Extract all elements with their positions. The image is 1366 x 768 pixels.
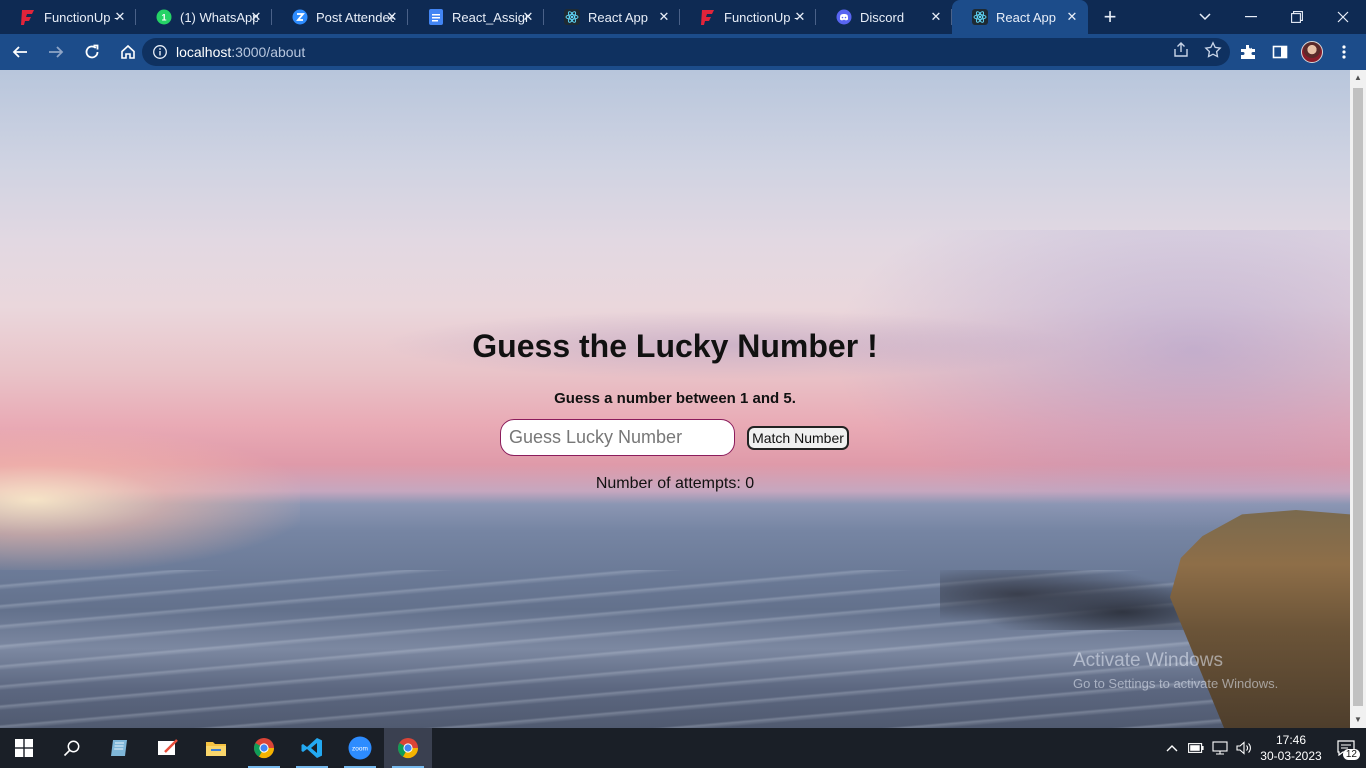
home-icon[interactable]: [112, 36, 144, 68]
scroll-down-arrow-icon[interactable]: ▼: [1350, 712, 1366, 728]
react-icon: [564, 9, 580, 25]
windows-start-icon[interactable]: [0, 728, 48, 768]
clock-date: 30-03-2023: [1260, 749, 1322, 763]
url-text: localhost:3000/about: [176, 44, 305, 60]
close-tab-icon[interactable]: ✕: [520, 9, 536, 25]
watermark-title: Activate Windows: [1073, 650, 1223, 671]
functionup-icon: [700, 9, 716, 25]
volume-icon[interactable]: [1232, 728, 1256, 768]
forward-arrow-icon[interactable]: [40, 36, 72, 68]
tab-title: Post Attendee: [316, 9, 394, 25]
tab-functionup-1[interactable]: FunctionUp - ✕: [0, 0, 136, 34]
tab-functionup-2[interactable]: FunctionUp - ✕: [680, 0, 816, 34]
extensions-puzzle-icon[interactable]: [1232, 36, 1264, 68]
discord-icon: [836, 9, 852, 25]
minimize-icon[interactable]: [1228, 0, 1274, 34]
search-icon[interactable]: [48, 728, 96, 768]
address-bar[interactable]: localhost:3000/about: [142, 38, 1230, 66]
bookmark-star-icon[interactable]: [1204, 40, 1222, 64]
taskbar-clock[interactable]: 17:46 30-03-2023: [1256, 732, 1326, 764]
tab-react-app-1[interactable]: React App ✕: [544, 0, 680, 34]
close-tab-icon[interactable]: ✕: [792, 9, 808, 25]
share-icon[interactable]: [1172, 41, 1190, 64]
guess-number-input[interactable]: [500, 419, 735, 456]
close-tab-icon[interactable]: ✕: [1064, 9, 1080, 25]
tab-title: React App: [996, 9, 1056, 25]
tab-title: React_Assignm: [452, 9, 530, 25]
attempts-counter: Number of attempts: 0: [0, 475, 1350, 493]
tab-strip: FunctionUp - ✕ 1 (1) WhatsApp ✕ Post Att…: [0, 0, 1366, 34]
network-icon[interactable]: [1208, 728, 1232, 768]
side-panel-icon[interactable]: [1264, 36, 1296, 68]
tab-react-assignment[interactable]: React_Assignm ✕: [408, 0, 544, 34]
activate-windows-watermark: Activate Windows Go to Settings to activ…: [1073, 650, 1278, 691]
attempts-count: 0: [745, 475, 755, 492]
site-info-icon[interactable]: [152, 44, 168, 60]
avatar: [1301, 41, 1323, 63]
windows-taskbar: zoom 17:46 30-03-2023 12: [0, 728, 1366, 768]
file-explorer-icon[interactable]: [192, 728, 240, 768]
chrome-icon[interactable]: [240, 728, 288, 768]
tab-react-app-active[interactable]: React App ✕: [952, 0, 1088, 34]
url-path: :3000/about: [231, 44, 306, 60]
battery-icon[interactable]: [1184, 728, 1208, 768]
tab-discord[interactable]: Discord ✕: [816, 0, 952, 34]
close-tab-icon[interactable]: ✕: [928, 9, 944, 25]
new-tab-button[interactable]: +: [1088, 0, 1132, 34]
scrollbar-thumb[interactable]: [1353, 88, 1363, 706]
tab-title: FunctionUp -: [44, 9, 119, 25]
attempts-label: Number of attempts:: [595, 475, 746, 492]
tab-title: FunctionUp -: [724, 9, 799, 25]
watermark-subtitle: Go to Settings to activate Windows.: [1073, 676, 1279, 691]
tab-title: Discord: [860, 9, 905, 25]
profile-avatar[interactable]: [1296, 36, 1328, 68]
whiteboard-icon[interactable]: [144, 728, 192, 768]
toolbar-right: [1232, 36, 1360, 68]
back-arrow-icon[interactable]: [4, 36, 36, 68]
tab-title: React App: [588, 9, 648, 25]
page-title: Guess the Lucky Number !: [472, 328, 878, 364]
browser-toolbar: localhost:3000/about: [0, 34, 1366, 70]
tab-title: (1) WhatsApp: [180, 9, 258, 25]
close-tab-icon[interactable]: ✕: [384, 9, 400, 25]
page-viewport: Guess the Lucky Number ! Guess a number …: [0, 70, 1350, 728]
reload-icon[interactable]: [76, 36, 108, 68]
vertical-scrollbar[interactable]: ▲ ▼: [1350, 70, 1366, 728]
close-tab-icon[interactable]: ✕: [248, 9, 264, 25]
zoom-icon[interactable]: zoom: [336, 728, 384, 768]
functionup-icon: [20, 9, 36, 25]
whatsapp-icon: 1: [156, 9, 172, 25]
window-controls: [1228, 0, 1366, 34]
notes-icon[interactable]: [96, 728, 144, 768]
zoom-z-icon: [292, 9, 308, 25]
chrome-active-icon[interactable]: [384, 728, 432, 768]
close-tab-icon[interactable]: ✕: [656, 9, 672, 25]
notification-count-badge: 12: [1342, 749, 1360, 760]
clock-time: 17:46: [1275, 733, 1307, 747]
notification-center-icon[interactable]: 12: [1326, 728, 1366, 768]
restore-icon[interactable]: [1274, 0, 1320, 34]
close-tab-icon[interactable]: ✕: [112, 9, 128, 25]
vscode-icon[interactable]: [288, 728, 336, 768]
close-window-icon[interactable]: [1320, 0, 1366, 34]
more-menu-icon[interactable]: [1328, 36, 1360, 68]
system-tray: 17:46 30-03-2023 12: [1160, 728, 1366, 768]
show-hidden-icons-chevron-icon[interactable]: [1160, 728, 1184, 768]
tab-post-attendee[interactable]: Post Attendee ✕: [272, 0, 408, 34]
url-host: localhost: [176, 44, 232, 60]
tab-search-chevron-icon[interactable]: [1190, 0, 1220, 34]
docs-icon: [428, 9, 444, 25]
svg-text:zoom: zoom: [352, 746, 368, 753]
scroll-up-arrow-icon[interactable]: ▲: [1350, 70, 1366, 86]
instructions-text: Guess a number between 1 and 5.: [554, 390, 796, 407]
react-icon: [972, 9, 988, 25]
game-container: Guess the Lucky Number ! Guess a number …: [0, 70, 1350, 728]
match-number-button[interactable]: Match Number: [747, 426, 849, 450]
tab-whatsapp[interactable]: 1 (1) WhatsApp ✕: [136, 0, 272, 34]
svg-text:1: 1: [161, 13, 166, 23]
